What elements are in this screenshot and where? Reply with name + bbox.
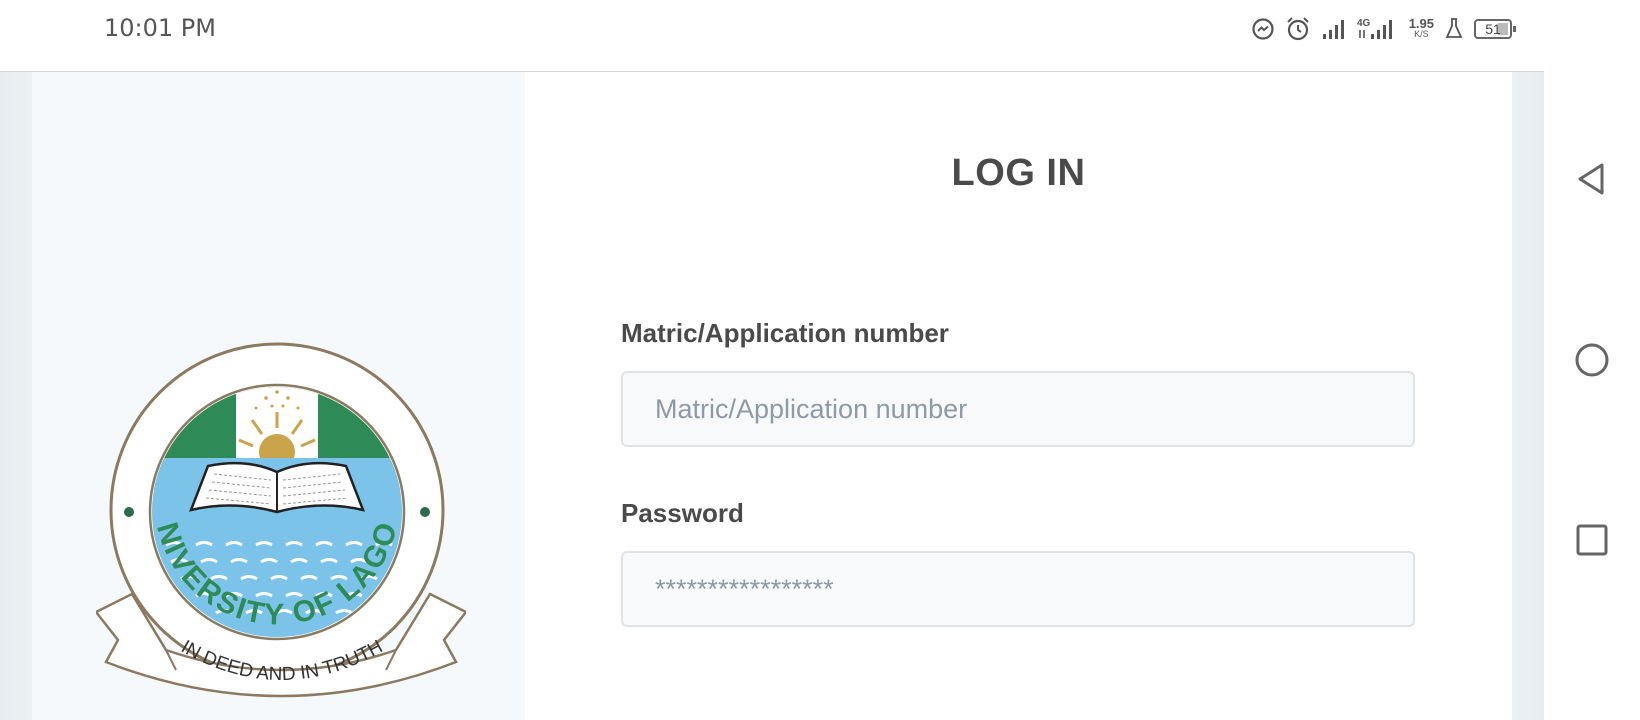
signal-4g-icon: 4G xyxy=(1357,18,1392,39)
status-icons: 4G 1.95 K/S 51 xyxy=(1251,14,1516,44)
battery-level: 51 xyxy=(1485,21,1501,37)
university-logo: UNIVERSITY OF LAGOS IN DEED AND IN TRUTH xyxy=(96,340,466,698)
password-input[interactable] xyxy=(621,551,1415,627)
network-type: 4G xyxy=(1357,18,1371,29)
network-speed: 1.95 K/S xyxy=(1409,17,1434,40)
recents-icon[interactable] xyxy=(1572,520,1612,560)
navigation-bar xyxy=(1544,0,1640,720)
status-time: 10:01 PM xyxy=(104,14,216,42)
matric-input[interactable] xyxy=(621,371,1415,447)
matric-label: Matric/Application number xyxy=(621,318,949,348)
back-icon[interactable] xyxy=(1572,159,1612,199)
login-card: UNIVERSITY OF LAGOS IN DEED AND IN TRUTH… xyxy=(32,72,1512,720)
page-title: LOG IN xyxy=(951,152,1086,194)
home-icon[interactable] xyxy=(1572,340,1612,380)
battery-icon: 51 xyxy=(1474,19,1516,39)
login-form-panel: LOG IN Matric/Application number Passwor… xyxy=(525,72,1512,720)
alarm-icon xyxy=(1286,17,1309,41)
status-bar: 10:01 PM 4G 1.95 K/S 51 xyxy=(0,0,1544,72)
password-label: Password xyxy=(621,498,744,528)
lab-icon xyxy=(1445,18,1463,38)
signal-icon xyxy=(1322,20,1344,39)
logo-panel: UNIVERSITY OF LAGOS IN DEED AND IN TRUTH xyxy=(32,72,525,720)
page-background: UNIVERSITY OF LAGOS IN DEED AND IN TRUTH… xyxy=(0,72,1544,720)
messenger-icon xyxy=(1252,18,1274,40)
